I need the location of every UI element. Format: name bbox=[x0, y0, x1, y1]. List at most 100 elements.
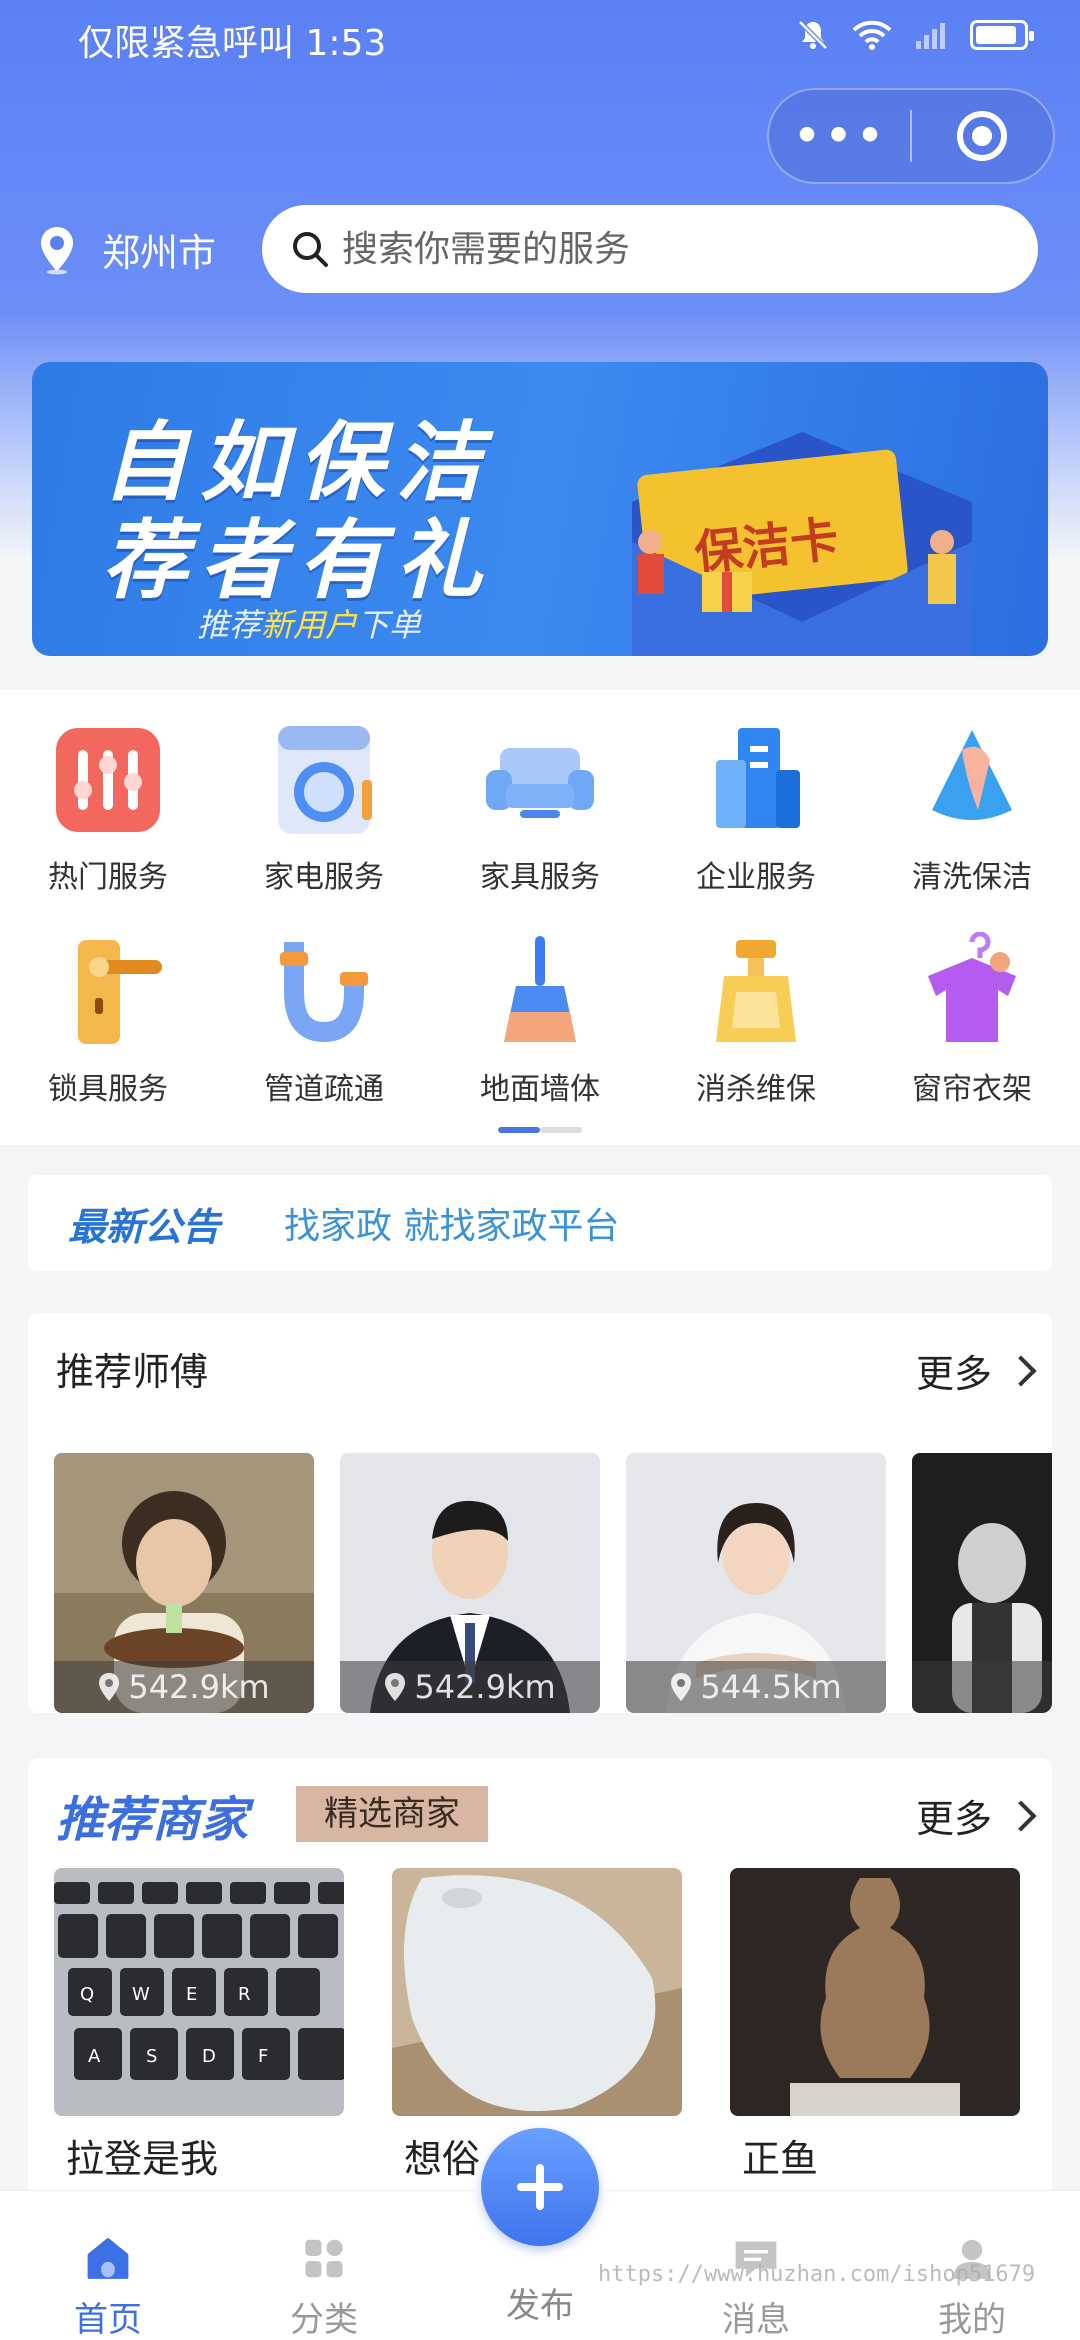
svg-text:R: R bbox=[238, 1984, 251, 2005]
master-card[interactable]: 544.5km bbox=[626, 1453, 886, 1713]
svg-text:Q: Q bbox=[80, 1984, 94, 2005]
location-pin-icon bbox=[99, 1673, 120, 1701]
cleaning-cloth-icon bbox=[932, 730, 1012, 820]
publish-button[interactable] bbox=[475, 2122, 605, 2252]
master-distance bbox=[912, 1661, 1052, 1713]
hot-service-icon bbox=[56, 728, 160, 832]
category-floor-wall[interactable]: 地面墙体 bbox=[432, 932, 648, 1108]
master-distance: 544.5km bbox=[626, 1661, 886, 1713]
chevron-right-icon bbox=[1005, 1354, 1037, 1387]
merchant-photo: Q W E R A S D F bbox=[54, 1868, 344, 2116]
door-lock-icon bbox=[78, 940, 162, 1044]
merchant-photo bbox=[730, 1868, 1020, 2116]
tab-category[interactable]: 分类 bbox=[216, 2191, 432, 2340]
city-name: 郑州市 bbox=[102, 231, 217, 275]
category-lock-service[interactable]: 锁具服务 bbox=[0, 932, 216, 1108]
section-title: 推荐师傅 bbox=[56, 1350, 209, 1394]
clothes-hanger-icon bbox=[928, 932, 1016, 1042]
category-curtain-hanger[interactable]: 窗帘衣架 bbox=[864, 932, 1080, 1108]
publish-button-circle bbox=[481, 2128, 599, 2246]
category-pipe-unclog[interactable]: 管道疏通 bbox=[216, 932, 432, 1108]
category-page-indicator bbox=[498, 1127, 582, 1133]
master-card[interactable]: 542.9km bbox=[340, 1453, 600, 1713]
location-pin-icon bbox=[671, 1673, 692, 1701]
more-options-icon[interactable]: ••• bbox=[769, 88, 910, 184]
category-hot-service[interactable]: 热门服务 bbox=[0, 720, 216, 896]
announcement-message: 找家政 就找家政平台 bbox=[284, 1206, 620, 1247]
announcement-bar[interactable]: 最新公告 找家政 就找家政平台 bbox=[28, 1175, 1052, 1271]
master-card[interactable] bbox=[912, 1453, 1052, 1713]
city-selector[interactable]: 郑州市 bbox=[38, 222, 216, 277]
banner-subtitle: 推荐新用户下单 bbox=[197, 606, 422, 644]
category-grid-icon bbox=[305, 2239, 343, 2278]
banner-title-line2: 荐者有礼 bbox=[102, 511, 494, 611]
distance-text: 542.9km bbox=[414, 1668, 556, 1706]
tab-home[interactable]: 首页 bbox=[0, 2191, 216, 2340]
tab-label: 首页 bbox=[74, 2300, 142, 2340]
status-text: 仅限紧急呼叫 1:53 bbox=[78, 23, 387, 64]
category-appliance-service[interactable]: 家电服务 bbox=[216, 720, 432, 896]
more-label: 更多 bbox=[915, 1352, 992, 1396]
category-cleaning[interactable]: 清洗保洁 bbox=[864, 720, 1080, 896]
mute-bell-icon bbox=[798, 20, 828, 50]
spray-bottle-icon bbox=[716, 940, 796, 1042]
distance-text: 544.5km bbox=[700, 1668, 842, 1706]
merchants-more-link[interactable]: 更多 bbox=[916, 1788, 1037, 1843]
svg-text:F: F bbox=[258, 2046, 268, 2067]
merchant-name: 正鱼 bbox=[742, 2137, 819, 2181]
watermark: https://www.huzhan.com/ishop51679 bbox=[598, 2262, 1036, 2287]
search-icon bbox=[293, 232, 328, 267]
pager-dot bbox=[540, 1127, 582, 1133]
master-card[interactable]: 542.9km bbox=[54, 1453, 314, 1713]
search-bar[interactable] bbox=[262, 205, 1038, 293]
category-enterprise-service[interactable]: 企业服务 bbox=[648, 720, 864, 896]
master-distance: 542.9km bbox=[54, 1661, 314, 1713]
category-label: 管道疏通 bbox=[264, 1072, 384, 1107]
cleaning-card-illustration: 保洁卡 bbox=[632, 432, 972, 656]
masters-more-link[interactable]: 更多 bbox=[915, 1343, 1037, 1398]
building-icon bbox=[716, 728, 800, 828]
pipe-icon bbox=[280, 942, 368, 1043]
wifi-icon bbox=[852, 20, 892, 50]
category-label: 家具服务 bbox=[480, 860, 600, 895]
master-distance: 542.9km bbox=[340, 1661, 600, 1713]
home-icon bbox=[87, 2238, 129, 2279]
category-furniture-service[interactable]: 家具服务 bbox=[432, 720, 648, 896]
svg-text:W: W bbox=[132, 1984, 150, 2005]
svg-text:S: S bbox=[146, 2046, 157, 2067]
category-disinfection[interactable]: 消杀维保 bbox=[648, 932, 864, 1108]
merchant-card[interactable]: Q W E R A S D F 拉登是我 bbox=[54, 1868, 344, 2183]
svg-text:D: D bbox=[202, 2046, 216, 2067]
signal-icon bbox=[916, 23, 945, 49]
service-category-grid: 热门服务 家电服务 家具服务 企业服务 清洗保洁 锁具服务 管道疏通 地面墙体 … bbox=[0, 720, 1080, 1108]
distance-text: 542.9km bbox=[128, 1668, 270, 1706]
category-label: 消杀维保 bbox=[696, 1072, 816, 1107]
tab-label: 消息 bbox=[722, 2300, 790, 2340]
vase-image bbox=[730, 1868, 1020, 2116]
announcement-tag: 最新公告 bbox=[68, 1204, 221, 1249]
merchant-card[interactable]: 正鱼 bbox=[730, 1868, 1020, 2183]
broom-icon bbox=[504, 936, 576, 1042]
mini-program-capsule: ••• bbox=[767, 88, 1055, 184]
search-input[interactable] bbox=[342, 228, 942, 270]
chevron-right-icon bbox=[1005, 1799, 1037, 1832]
category-label: 热门服务 bbox=[48, 860, 168, 895]
promo-banner[interactable]: 自如保洁 荐者有礼 推荐新用户下单 保洁卡 bbox=[32, 362, 1048, 656]
merchant-photo bbox=[392, 1868, 682, 2116]
tab-label: 分类 bbox=[290, 2300, 358, 2340]
pager-dot-active bbox=[498, 1127, 540, 1133]
svg-text:A: A bbox=[88, 2046, 101, 2067]
category-label: 企业服务 bbox=[696, 860, 816, 895]
mouse-image bbox=[392, 1868, 682, 2116]
svg-text:E: E bbox=[186, 1984, 197, 2005]
sofa-icon bbox=[486, 748, 594, 818]
close-miniprogram-button[interactable] bbox=[912, 111, 1053, 161]
plus-icon bbox=[517, 2164, 563, 2210]
merchant-name: 拉登是我 bbox=[66, 2137, 219, 2181]
location-pin-icon bbox=[41, 226, 73, 274]
masters-list: 542.9km 542.9km 544.5km bbox=[54, 1453, 1052, 1713]
featured-merchant-tag: 精选商家 bbox=[296, 1786, 488, 1842]
category-label: 锁具服务 bbox=[48, 1072, 168, 1107]
publish-label: 发布 bbox=[506, 2286, 574, 2326]
target-circle-icon bbox=[957, 111, 1008, 161]
